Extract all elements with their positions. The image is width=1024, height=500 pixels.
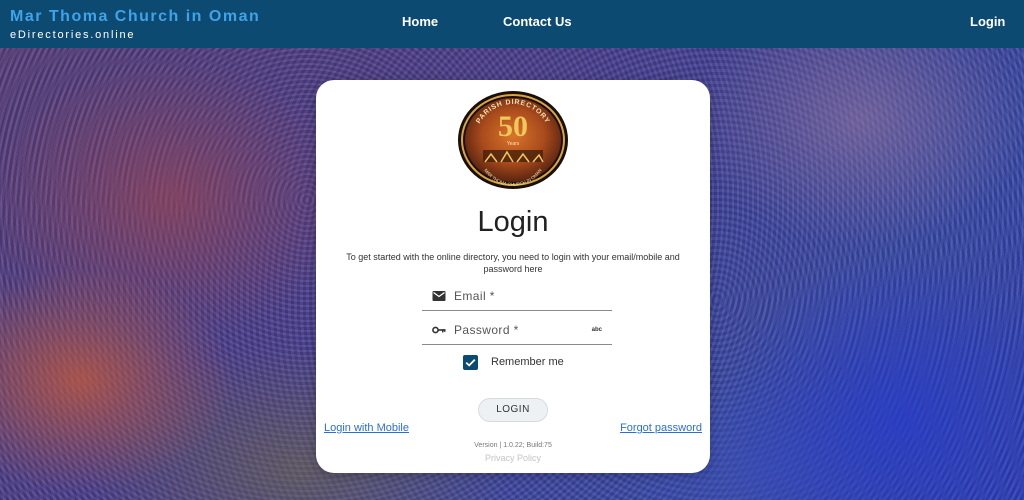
email-field[interactable]: Email * (422, 285, 612, 311)
login-button[interactable]: LOGIN (478, 398, 548, 422)
svg-text:Years: Years (507, 141, 520, 147)
login-title: Login (477, 206, 549, 238)
remember-me-checkbox[interactable] (463, 355, 478, 370)
key-icon (432, 326, 446, 334)
svg-text:50: 50 (498, 110, 528, 143)
mail-icon (432, 291, 446, 301)
forgot-password-link[interactable]: Forgot password (620, 422, 702, 434)
top-navigation-bar: Mar Thoma Church in Oman eDirectories.on… (0, 0, 1024, 48)
password-field[interactable]: Password * abc (422, 319, 612, 345)
parish-directory-logo: PARISH DIRECTORY 50 Years MAR THOMA CHUR… (458, 91, 568, 189)
version-info: Version | 1.0.22; Build:75 (474, 442, 552, 449)
privacy-policy-link[interactable]: Privacy Policy (316, 453, 710, 463)
password-visibility-toggle[interactable]: abc (592, 327, 602, 333)
password-label: Password * (454, 323, 519, 337)
email-label: Email * (454, 289, 495, 303)
login-card: PARISH DIRECTORY 50 Years MAR THOMA CHUR… (316, 80, 710, 473)
brand-title[interactable]: Mar Thoma Church in Oman (10, 8, 260, 26)
check-icon (465, 358, 476, 367)
nav-home-link[interactable]: Home (402, 14, 438, 29)
remember-me-label: Remember me (491, 356, 564, 368)
nav-login-link[interactable]: Login (970, 14, 1005, 29)
login-with-mobile-link[interactable]: Login with Mobile (324, 422, 409, 434)
brand-subtitle: eDirectories.online (10, 29, 136, 41)
login-description: To get started with the online directory… (346, 252, 680, 274)
nav-contact-link[interactable]: Contact Us (503, 14, 572, 29)
